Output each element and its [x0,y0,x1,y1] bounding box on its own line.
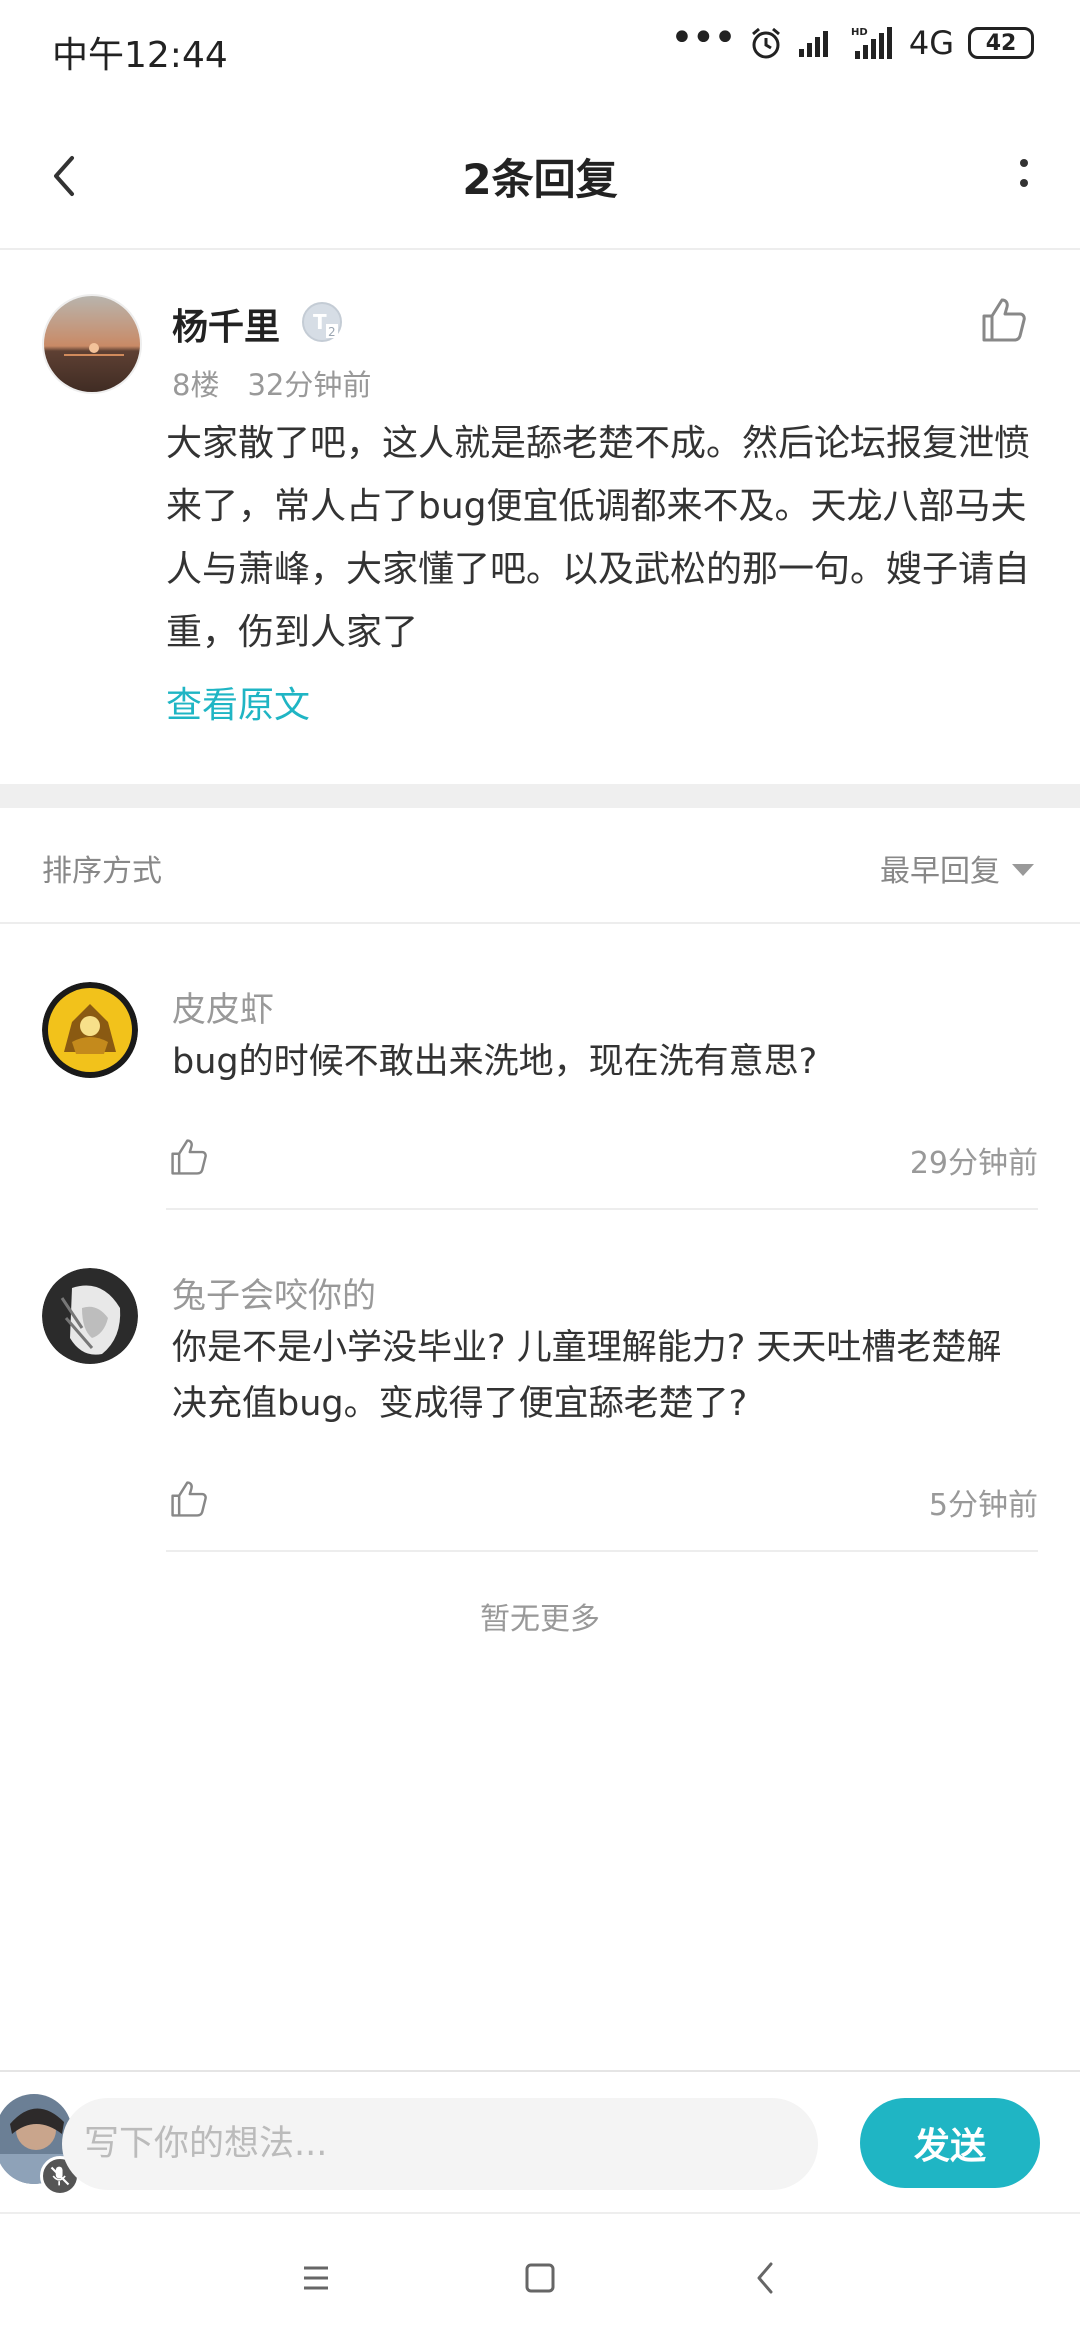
no-more-label: 暂无更多 [480,1602,600,1637]
reply-item: 皮皮虾 bug的时候不敢出来洗地，现在洗有意思? 29分钟前 [0,926,1080,1212]
battery-icon: 42 [968,27,1034,59]
like-icon[interactable] [166,1476,212,1522]
home-icon[interactable] [514,2252,566,2304]
comment-input[interactable] [62,2098,818,2190]
reply-author[interactable]: 皮皮虾 [172,982,274,1031]
section-divider [0,784,1080,808]
level-badge-icon: T 2 [302,302,342,342]
system-nav-bar [0,2212,1080,2340]
original-post: 杨千里 T 2 8楼 32分钟前 大家散了吧，这人就是舔老楚不成。然后论坛报复泄愤… [0,252,1080,782]
avatar[interactable] [42,294,142,394]
more-notifications-icon: ••• [670,15,737,61]
page-title: 2条回复 [462,155,618,204]
sort-selected: 最早回复 [880,854,1000,889]
avatar[interactable] [42,982,138,1078]
status-time: 中午12:44 [52,35,228,76]
reply-time: 5分钟前 [928,1488,1038,1523]
divider [166,1550,1038,1552]
signal-hd-icon: HD [851,27,892,59]
post-floor: 8楼 [172,368,220,402]
reply-author[interactable]: 兔子会咬你的 [172,1268,376,1317]
reply-text: 你是不是小学没毕业? 儿童理解能力? 天天吐槽老楚解决充值bug。变成得了便宜舔… [172,1328,1002,1424]
status-bar: 中午12:44 ••• HD 4G 42 [0,0,1080,100]
view-original-link[interactable]: 查看原文 [166,676,310,728]
status-icons: ••• HD 4G 42 [670,15,1034,62]
post-author[interactable]: 杨千里 [172,298,280,350]
back-nav-icon[interactable] [740,2252,792,2304]
sort-row: 排序方式 最早回复 [0,808,1080,924]
svg-text:2: 2 [328,325,336,339]
header: 2条回复 [0,110,1080,250]
svg-text:T: T [313,310,327,334]
signal-icon [798,31,828,57]
sort-label: 排序方式 [42,854,162,889]
reply-text: bug的时候不敢出来洗地，现在洗有意思? [172,1042,818,1082]
like-icon[interactable] [976,292,1032,348]
alarm-icon [751,27,780,59]
reply-time: 29分钟前 [909,1146,1038,1181]
more-icon[interactable] [994,146,1054,206]
post-meta: 8楼 32分钟前 [172,362,371,404]
reply-item: 兔子会咬你的 你是不是小学没毕业? 儿童理解能力? 天天吐槽老楚解决充值bug。… [0,1212,1080,1556]
comment-bar: 发送 [0,2070,1080,2210]
sort-dropdown[interactable]: 最早回复 [880,846,1034,890]
divider [166,1208,1038,1210]
svg-text:HD: HD [851,27,868,38]
menu-icon[interactable] [290,2252,342,2304]
post-time: 32分钟前 [247,368,372,402]
send-button[interactable]: 发送 [860,2098,1040,2188]
battery-level: 42 [985,30,1017,56]
network-type: 4G [908,24,954,62]
post-content: 大家散了吧，这人就是舔老楚不成。然后论坛报复泄愤来了，常人占了bug便宜低调都来… [166,423,1031,653]
avatar[interactable] [42,1268,138,1364]
like-icon[interactable] [166,1134,212,1180]
caret-down-icon [1012,864,1034,876]
